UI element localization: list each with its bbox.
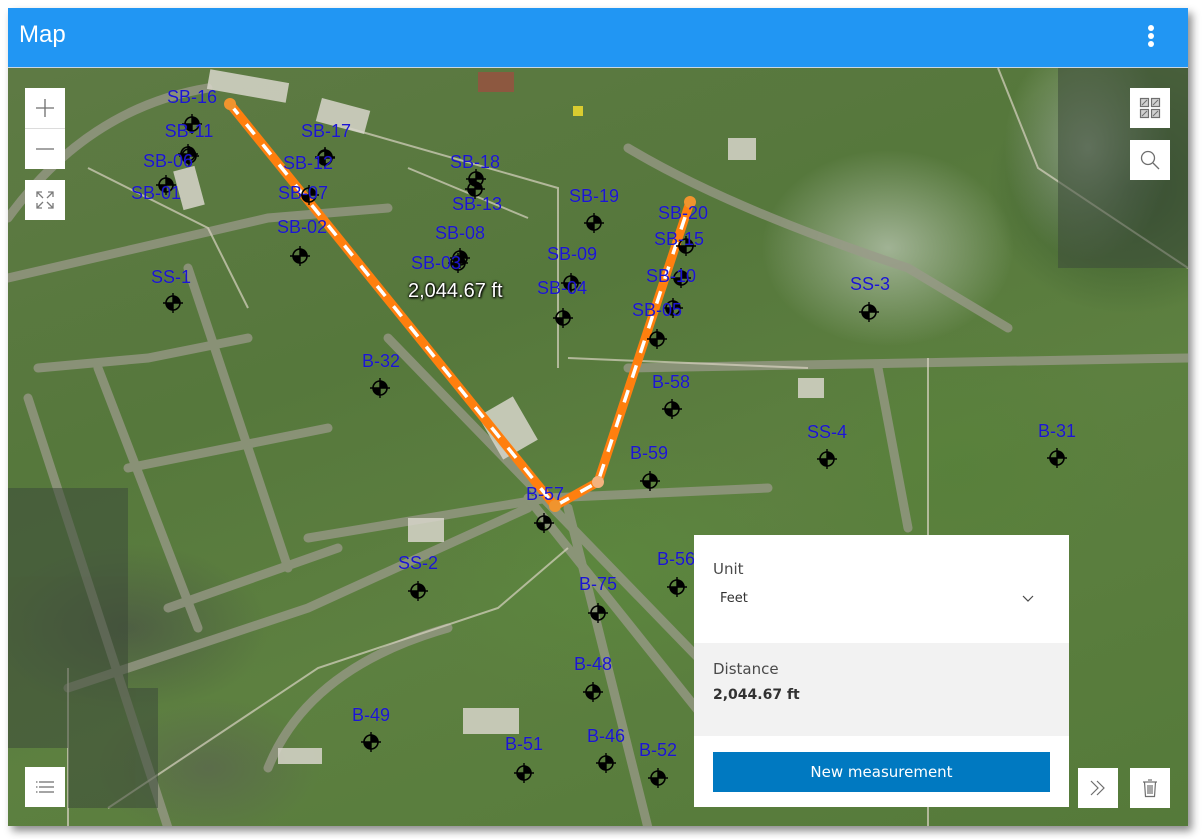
unit-select[interactable]: Feet bbox=[713, 587, 1043, 613]
basemap-gallery-button[interactable] bbox=[1130, 88, 1170, 128]
sample-location-marker-icon[interactable] bbox=[588, 603, 608, 623]
sample-location-marker-icon[interactable] bbox=[408, 581, 428, 601]
map-view[interactable]: SB-16 SB-11 SB-06 SB-01 SB-17 SB-12 SB-07 SB-02… bbox=[8, 68, 1188, 826]
clear-measurement-button[interactable] bbox=[1130, 768, 1170, 808]
zoom-in-button[interactable] bbox=[25, 88, 65, 128]
sample-location-marker-icon[interactable] bbox=[290, 246, 310, 266]
sample-location-label[interactable]: SB-03 bbox=[411, 253, 461, 274]
minus-icon bbox=[36, 148, 54, 150]
distance-section: Distance 2,044.67 ft bbox=[694, 643, 1069, 736]
sample-location-label[interactable]: B-52 bbox=[639, 740, 677, 761]
sample-location-label[interactable]: B-59 bbox=[630, 443, 668, 464]
sample-location-label[interactable]: SB-11 bbox=[165, 121, 214, 142]
measurement-map-label: 2,044.67 ft bbox=[408, 280, 503, 302]
trash-icon bbox=[1143, 779, 1157, 798]
sample-location-label[interactable]: SB-15 bbox=[654, 229, 704, 250]
sample-location-label[interactable]: SB-01 bbox=[131, 183, 181, 204]
sample-location-label[interactable]: B-75 bbox=[579, 574, 617, 595]
fullscreen-button[interactable] bbox=[25, 180, 65, 220]
sample-location-label[interactable]: SB-04 bbox=[537, 278, 587, 299]
sample-location-label[interactable]: SB-17 bbox=[301, 121, 351, 142]
sample-location-label[interactable]: SS-2 bbox=[398, 553, 438, 574]
sample-location-label[interactable]: B-32 bbox=[362, 351, 400, 372]
sample-location-label[interactable]: B-31 bbox=[1038, 421, 1076, 442]
sample-location-label[interactable]: SB-07 bbox=[278, 183, 328, 204]
sample-location-label[interactable]: SB-08 bbox=[435, 223, 485, 244]
sample-location-marker-icon[interactable] bbox=[514, 763, 534, 783]
sample-location-label[interactable]: SB-05 bbox=[632, 300, 682, 321]
measure-vertex[interactable] bbox=[592, 476, 604, 488]
sample-location-label[interactable]: SS-3 bbox=[850, 274, 890, 295]
new-measurement-button[interactable]: New measurement bbox=[713, 752, 1050, 792]
sample-location-marker-icon[interactable] bbox=[662, 399, 682, 419]
sample-location-marker-icon[interactable] bbox=[163, 293, 183, 313]
list-icon bbox=[36, 781, 54, 793]
search-icon bbox=[1140, 150, 1160, 170]
sample-location-label[interactable]: B-48 bbox=[574, 654, 612, 675]
search-button[interactable] bbox=[1130, 140, 1170, 180]
sample-location-marker-icon[interactable] bbox=[1047, 448, 1067, 468]
plus-icon bbox=[36, 99, 54, 117]
double-chevron-right-icon bbox=[1090, 780, 1105, 796]
zoom-out-button[interactable] bbox=[25, 129, 65, 169]
sample-location-label[interactable]: SB-12 bbox=[283, 153, 333, 174]
sample-location-marker-icon[interactable] bbox=[648, 768, 668, 788]
measurement-panel: Unit Feet Distance 2,044.67 ft New measu… bbox=[694, 535, 1069, 807]
sample-location-marker-icon[interactable] bbox=[466, 169, 486, 189]
sample-location-label[interactable]: SB-10 bbox=[646, 266, 696, 287]
sample-location-label[interactable]: B-57 bbox=[526, 484, 564, 505]
sample-location-label[interactable]: B-51 bbox=[505, 734, 543, 755]
sample-location-label[interactable]: SB-19 bbox=[569, 186, 619, 207]
sample-location-marker-icon[interactable] bbox=[361, 732, 381, 752]
sample-location-marker-icon[interactable] bbox=[370, 378, 390, 398]
sample-location-marker-icon[interactable] bbox=[534, 513, 554, 533]
distance-label: Distance bbox=[713, 660, 779, 678]
sample-location-label[interactable]: SB-02 bbox=[277, 217, 327, 238]
sample-location-marker-icon[interactable] bbox=[647, 329, 667, 349]
sample-location-marker-icon[interactable] bbox=[553, 308, 573, 328]
sample-location-label[interactable]: SB-16 bbox=[167, 87, 217, 108]
basemap-grid-icon bbox=[1139, 97, 1161, 119]
sample-location-label[interactable]: B-46 bbox=[587, 726, 625, 747]
measure-vertex[interactable] bbox=[224, 98, 236, 110]
sample-location-label[interactable]: B-49 bbox=[352, 705, 390, 726]
sample-location-marker-icon[interactable] bbox=[859, 302, 879, 322]
sample-location-label[interactable]: SB-09 bbox=[547, 244, 597, 265]
sample-location-label[interactable]: B-56 bbox=[657, 549, 695, 570]
sample-location-label[interactable]: SB-13 bbox=[452, 194, 502, 215]
sample-location-marker-icon[interactable] bbox=[583, 682, 603, 702]
sample-location-label[interactable]: SB-20 bbox=[658, 203, 708, 224]
window-title: Map bbox=[19, 21, 66, 48]
sample-location-label[interactable]: SB-06 bbox=[143, 151, 193, 172]
map-window: Map SB-16 SB-11 SB-06 SB-01 SB-17 SB-12 … bbox=[8, 8, 1188, 826]
layer-list-button[interactable] bbox=[25, 767, 65, 807]
sample-location-label[interactable]: SS-1 bbox=[151, 267, 191, 288]
distance-value: 2,044.67 ft bbox=[713, 687, 800, 703]
sample-location-marker-icon[interactable] bbox=[667, 577, 687, 597]
chevron-down-icon bbox=[1022, 595, 1034, 602]
expand-icon bbox=[36, 191, 54, 209]
sample-location-marker-icon[interactable] bbox=[817, 449, 837, 469]
title-bar: Map bbox=[8, 8, 1188, 68]
sample-location-label[interactable]: SS-4 bbox=[807, 422, 847, 443]
sample-location-marker-icon[interactable] bbox=[584, 213, 604, 233]
zoom-controls bbox=[25, 88, 65, 169]
collapse-panel-button[interactable] bbox=[1078, 768, 1118, 808]
sample-location-marker-icon[interactable] bbox=[596, 753, 616, 773]
sample-location-label[interactable]: B-58 bbox=[652, 372, 690, 393]
unit-label: Unit bbox=[713, 560, 744, 578]
sample-location-marker-icon[interactable] bbox=[640, 471, 660, 491]
unit-select-value: Feet bbox=[720, 591, 748, 606]
more-vertical-icon[interactable] bbox=[1147, 25, 1155, 51]
